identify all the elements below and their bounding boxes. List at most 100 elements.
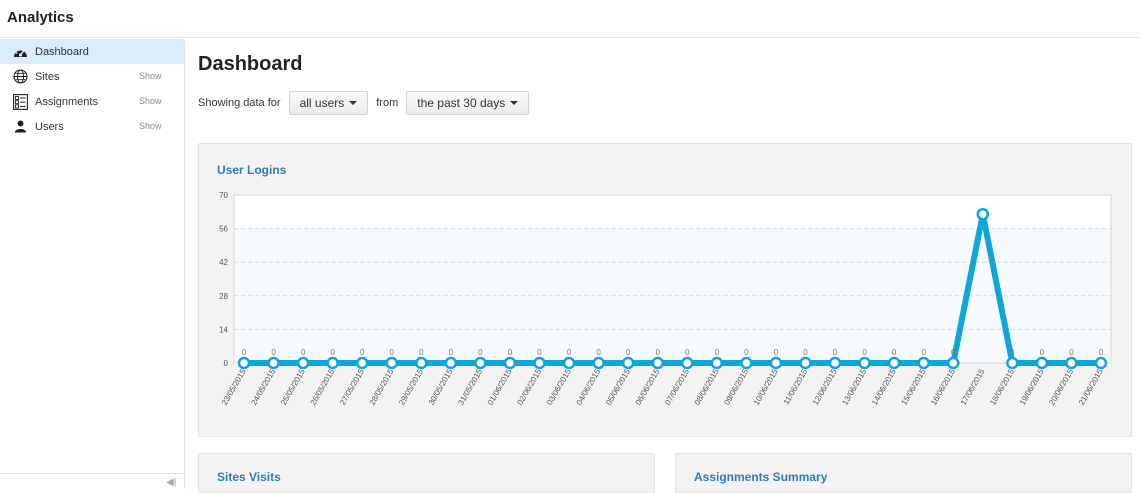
x-tick-label: 25/05/2015: [279, 367, 307, 407]
data-label: 0: [1099, 348, 1104, 357]
data-label: 0: [271, 348, 276, 357]
x-tick-label: 23/05/2015: [220, 367, 248, 407]
x-tick-label: 08/06/2015: [693, 367, 721, 407]
x-tick-label: 26/05/2015: [309, 367, 337, 407]
data-point: [267, 356, 280, 370]
chevron-down-icon: [349, 101, 358, 105]
data-point: [1035, 356, 1049, 370]
x-tick-label: 12/06/2015: [811, 367, 839, 407]
sidebar-item-dashboard[interactable]: Dashboard: [0, 39, 184, 64]
globe-icon: [12, 68, 29, 85]
y-tick-label: 56: [219, 225, 228, 234]
data-label: 0: [833, 348, 838, 357]
period-filter-value: the past 30 days: [417, 96, 506, 110]
sidebar-item-users[interactable]: Users Show: [0, 114, 184, 139]
x-tick-label: 30/05/2015: [427, 367, 455, 407]
y-tick-label: 28: [219, 292, 228, 301]
sidebar-item-assignments[interactable]: Assignments Show: [0, 89, 184, 114]
data-label: 0: [951, 348, 956, 357]
sidebar-show-link[interactable]: Show: [139, 71, 162, 81]
data-label: 0: [301, 348, 306, 357]
data-label: 0: [567, 348, 572, 357]
data-point: [355, 356, 369, 370]
data-point: [1094, 356, 1108, 370]
y-tick-label: 14: [219, 325, 228, 334]
data-label: 0: [1010, 348, 1015, 357]
sites-visits-panel: Sites Visits: [198, 453, 655, 493]
panel-title: Assignments Summary: [694, 470, 828, 484]
x-tick-label: 20/06/2015: [1047, 367, 1075, 407]
sidebar-show-link[interactable]: Show: [139, 96, 162, 106]
user-icon: [12, 118, 29, 135]
data-point: [621, 356, 635, 370]
filter-row: Showing data for all users from the past…: [198, 91, 537, 115]
data-label: 0: [508, 348, 513, 357]
data-point: [592, 356, 605, 370]
x-tick-label: 29/05/2015: [397, 367, 425, 407]
data-point: [828, 356, 842, 370]
x-tick-label: 13/06/2015: [841, 367, 869, 407]
data-point: [887, 356, 901, 370]
data-label: 0: [596, 348, 601, 357]
data-point: [326, 356, 339, 370]
sidebar-item-label: Dashboard: [35, 45, 89, 58]
data-label: 0: [360, 348, 365, 357]
y-tick-label: 42: [219, 258, 228, 267]
x-tick-label: 16/06/2015: [929, 367, 957, 407]
sidebar-item-label: Assignments: [35, 95, 98, 108]
period-filter-dropdown[interactable]: the past 30 days: [406, 91, 530, 115]
data-label: 0: [419, 348, 424, 357]
data-label: 0: [774, 348, 779, 357]
data-point: [710, 356, 724, 370]
data-point: [681, 356, 694, 370]
x-tick-label: 24/05/2015: [249, 367, 277, 407]
data-label: 0: [478, 348, 483, 357]
assignments-icon: [12, 93, 29, 110]
data-point: [740, 356, 753, 370]
user-logins-chart: 0 14 28 42 56 70 0 0 0 0 0 0 0 0 0 0 0 0 0 0 0 0 0 0 0 0 0 0 0 0 0 0 0 0 0…: [219, 191, 1112, 407]
data-point: [1006, 356, 1019, 370]
x-tick-label: 19/06/2015: [1018, 367, 1046, 407]
x-tick-label: 03/06/2015: [545, 367, 573, 407]
data-point: [917, 356, 930, 370]
data-point: [237, 356, 251, 370]
data-label: 0: [685, 348, 690, 357]
top-bar: Analytics: [0, 0, 1140, 38]
data-label: 0: [626, 348, 631, 357]
x-tick-label: 27/05/2015: [338, 367, 366, 407]
data-point: [474, 356, 487, 370]
data-point: [1065, 356, 1078, 370]
y-tick-label: 70: [219, 191, 228, 200]
data-point: [651, 356, 664, 370]
data-label: 0: [1040, 348, 1045, 357]
data-label: 0: [1069, 348, 1074, 357]
data-label: 0: [655, 348, 660, 357]
sidebar-show-link[interactable]: Show: [139, 121, 162, 131]
x-tick-label: 02/06/2015: [515, 367, 543, 407]
users-filter-value: all users: [299, 96, 345, 110]
assignments-summary-panel: Assignments Summary: [675, 453, 1132, 493]
data-label: 0: [449, 348, 454, 357]
x-tick-label: 21/06/2015: [1077, 367, 1105, 407]
x-tick-label: 06/06/2015: [634, 367, 662, 407]
data-label: 0: [862, 348, 867, 357]
data-label: 0: [390, 348, 395, 357]
panel-title: Sites Visits: [217, 470, 281, 484]
data-point: [533, 356, 546, 370]
users-filter-dropdown[interactable]: all users: [288, 91, 369, 115]
sidebar-item-label: Users: [35, 120, 64, 133]
chevron-down-icon: [510, 101, 519, 105]
collapse-sidebar-icon[interactable]: ◀|: [166, 477, 176, 488]
x-tick-label: 07/06/2015: [663, 367, 691, 407]
data-label: 0: [242, 348, 247, 357]
x-tick-label: 01/06/2015: [486, 367, 514, 407]
x-tick-label: 28/05/2015: [368, 367, 396, 407]
user-logins-panel: User Logins 0 14 28 42 56 70 0 0 0 0 0 0 0 0 0 0 0 0 0 0 0 0 0…: [198, 143, 1132, 437]
x-tick-label: 04/06/2015: [575, 367, 603, 407]
x-tick-label: 17/06/2015: [959, 367, 987, 407]
sidebar-footer: ◀|: [0, 473, 184, 489]
y-tick-label: 0: [224, 359, 229, 368]
sidebar-item-sites[interactable]: Sites Show: [0, 64, 184, 89]
data-label: 0: [892, 348, 897, 357]
data-label: 0: [537, 348, 542, 357]
